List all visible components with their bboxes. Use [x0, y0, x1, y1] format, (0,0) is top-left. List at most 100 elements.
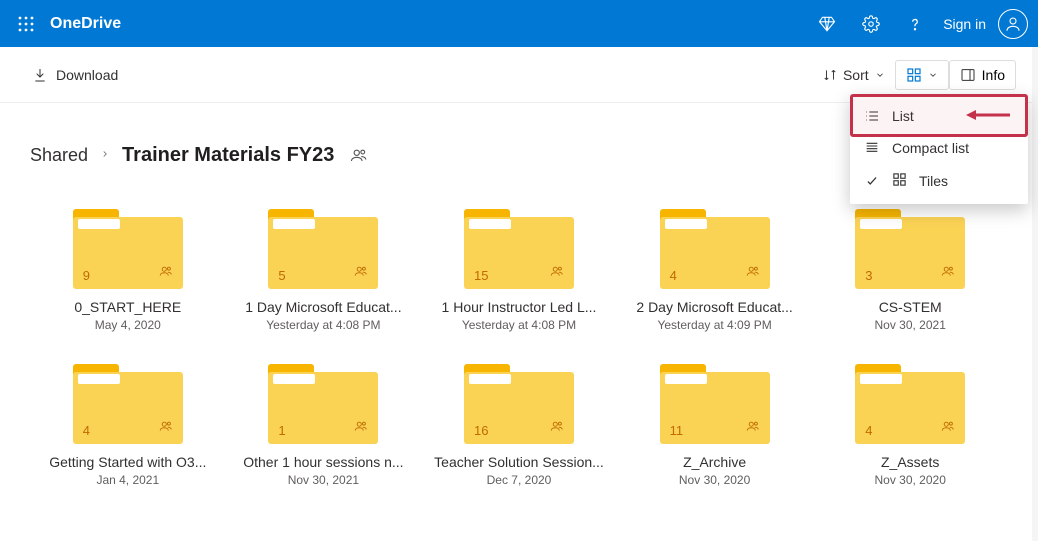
- folder-icon: 4: [660, 209, 770, 289]
- shared-icon: [352, 264, 370, 283]
- folder-tile[interactable]: 5 1 Day Microsoft Educat... Yesterday at…: [233, 209, 413, 332]
- folder-item-count: 4: [670, 268, 677, 283]
- folder-item-count: 9: [83, 268, 90, 283]
- folder-icon: 1: [268, 364, 378, 444]
- shared-icon: [548, 419, 566, 438]
- shared-icon: [939, 419, 957, 438]
- folder-icon: 11: [660, 364, 770, 444]
- sort-button[interactable]: Sort: [813, 61, 895, 89]
- brand-name[interactable]: OneDrive: [50, 15, 121, 33]
- shared-icon: [157, 264, 175, 283]
- info-button[interactable]: Info: [949, 60, 1016, 90]
- chevron-down-icon: [875, 70, 885, 80]
- folder-date: May 4, 2020: [95, 318, 161, 332]
- folder-date: Nov 30, 2021: [874, 318, 945, 332]
- folder-name: 1 Day Microsoft Educat...: [245, 299, 401, 315]
- question-icon: [906, 15, 924, 33]
- folder-icon: 3: [855, 209, 965, 289]
- folder-date: Nov 30, 2020: [679, 473, 750, 487]
- folder-name: 0_START_HERE: [74, 299, 181, 315]
- folder-grid: 9 0_START_HERE May 4, 2020 5 1 Day Micro…: [0, 177, 1038, 487]
- folder-item-count: 15: [474, 268, 488, 283]
- premium-button[interactable]: [805, 0, 849, 47]
- view-option-compact-label: Compact list: [892, 140, 969, 156]
- folder-icon: 9: [73, 209, 183, 289]
- tiles-icon: [892, 172, 907, 190]
- folder-name: 1 Hour Instructor Led L...: [442, 299, 597, 315]
- folder-tile[interactable]: 1 Other 1 hour sessions n... Nov 30, 202…: [233, 364, 413, 487]
- view-switcher-button[interactable]: [895, 60, 949, 90]
- download-button[interactable]: Download: [28, 61, 122, 89]
- download-icon: [32, 67, 48, 83]
- folder-icon: 4: [73, 364, 183, 444]
- view-option-tiles-label: Tiles: [919, 173, 948, 189]
- settings-button[interactable]: [849, 0, 893, 47]
- folder-tile[interactable]: 3 CS-STEM Nov 30, 2021: [820, 209, 1000, 332]
- folder-date: Jan 4, 2021: [96, 473, 159, 487]
- folder-tile[interactable]: 4 Z_Assets Nov 30, 2020: [820, 364, 1000, 487]
- folder-date: Nov 30, 2020: [874, 473, 945, 487]
- breadcrumb-current[interactable]: Trainer Materials FY23: [122, 144, 334, 167]
- shared-icon: [157, 419, 175, 438]
- folder-tile[interactable]: 9 0_START_HERE May 4, 2020: [38, 209, 218, 332]
- folder-tile[interactable]: 16 Teacher Solution Session... Dec 7, 20…: [429, 364, 609, 487]
- share-folder-button[interactable]: [350, 146, 368, 164]
- signin-link[interactable]: Sign in: [937, 16, 990, 32]
- account-avatar[interactable]: [998, 9, 1028, 39]
- folder-icon: 15: [464, 209, 574, 289]
- scrollbar-track[interactable]: [1032, 47, 1038, 541]
- folder-tile[interactable]: 11 Z_Archive Nov 30, 2020: [625, 364, 805, 487]
- folder-name: Z_Archive: [683, 454, 746, 470]
- view-option-list[interactable]: List: [850, 100, 1028, 132]
- folder-item-count: 11: [670, 423, 684, 438]
- info-label: Info: [982, 67, 1005, 83]
- chevron-down-icon: [928, 70, 938, 80]
- shared-icon: [548, 264, 566, 283]
- folder-date: Yesterday at 4:08 PM: [462, 318, 576, 332]
- check-icon: [864, 174, 880, 188]
- view-option-list-label: List: [892, 108, 914, 124]
- help-button[interactable]: [893, 0, 937, 47]
- shared-icon: [352, 419, 370, 438]
- folder-name: Teacher Solution Session...: [434, 454, 604, 470]
- folder-date: Yesterday at 4:09 PM: [657, 318, 771, 332]
- app-launcher-button[interactable]: [6, 0, 46, 47]
- folder-date: Nov 30, 2021: [288, 473, 359, 487]
- folder-item-count: 4: [83, 423, 90, 438]
- folder-tile[interactable]: 15 1 Hour Instructor Led L... Yesterday …: [429, 209, 609, 332]
- people-icon: [350, 146, 368, 164]
- folder-date: Yesterday at 4:08 PM: [266, 318, 380, 332]
- folder-name: Other 1 hour sessions n...: [243, 454, 403, 470]
- folder-name: Getting Started with O3...: [49, 454, 206, 470]
- list-icon: [864, 108, 880, 124]
- sort-label: Sort: [843, 67, 869, 83]
- folder-icon: 4: [855, 364, 965, 444]
- folder-name: CS-STEM: [879, 299, 942, 315]
- shared-icon: [744, 264, 762, 283]
- info-pane-icon: [960, 67, 976, 83]
- folder-icon: 5: [268, 209, 378, 289]
- view-option-compact[interactable]: Compact list: [850, 132, 1028, 164]
- folder-tile[interactable]: 4 Getting Started with O3... Jan 4, 2021: [38, 364, 218, 487]
- folder-item-count: 5: [278, 268, 285, 283]
- download-label: Download: [56, 67, 118, 83]
- view-option-tiles[interactable]: Tiles: [850, 164, 1028, 198]
- folder-name: 2 Day Microsoft Educat...: [636, 299, 792, 315]
- shared-icon: [939, 264, 957, 283]
- folder-name: Z_Assets: [881, 454, 939, 470]
- folder-date: Dec 7, 2020: [487, 473, 552, 487]
- diamond-icon: [818, 15, 836, 33]
- folder-item-count: 16: [474, 423, 488, 438]
- chevron-right-icon: [100, 146, 110, 164]
- shared-icon: [744, 419, 762, 438]
- view-menu: List Compact list Tiles: [850, 94, 1028, 204]
- tiles-icon: [906, 67, 922, 83]
- folder-item-count: 1: [278, 423, 285, 438]
- waffle-icon: [18, 16, 34, 32]
- folder-tile[interactable]: 4 2 Day Microsoft Educat... Yesterday at…: [625, 209, 805, 332]
- folder-item-count: 3: [865, 268, 872, 283]
- app-header: OneDrive Sign in: [0, 0, 1038, 47]
- folder-item-count: 4: [865, 423, 872, 438]
- breadcrumb-shared[interactable]: Shared: [30, 145, 88, 166]
- gear-icon: [862, 15, 880, 33]
